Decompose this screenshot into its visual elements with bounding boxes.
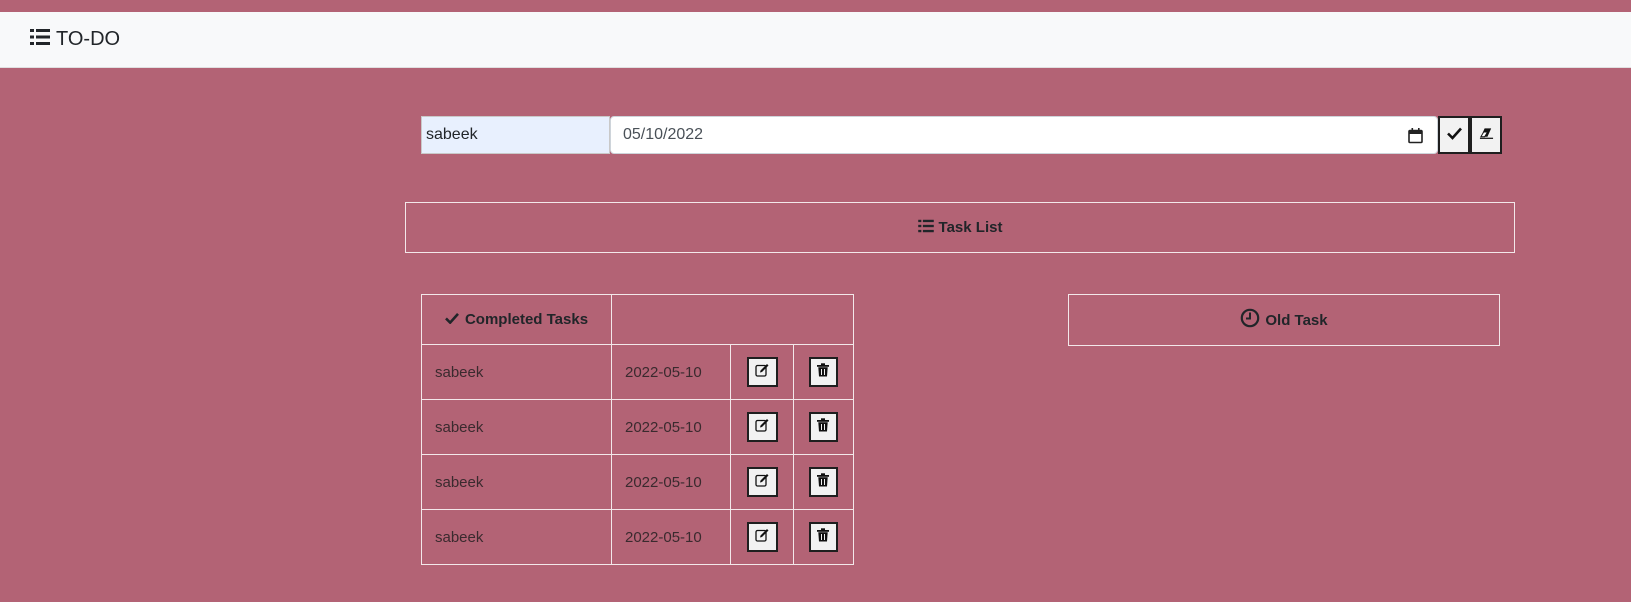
old-task-label: Old Task — [1265, 311, 1328, 329]
task-name-cell: sabeek — [421, 344, 612, 400]
brand[interactable]: TO-DO — [30, 28, 120, 52]
delete-button[interactable] — [808, 467, 838, 497]
edit-icon — [755, 473, 769, 491]
table-header-row: Completed Tasks — [421, 294, 854, 345]
trash-icon — [816, 418, 830, 436]
header-empty-cell — [611, 294, 854, 345]
table-row: sabeek 2022-05-10 — [421, 344, 855, 400]
trash-icon — [816, 363, 830, 381]
delete-button[interactable] — [808, 357, 838, 387]
eraser-icon — [1479, 126, 1494, 145]
table-row: sabeek 2022-05-10 — [421, 454, 855, 510]
navbar: TO-DO — [0, 12, 1631, 68]
task-date-cell: 2022-05-10 — [610, 399, 732, 455]
edit-icon — [755, 363, 769, 381]
list-icon — [917, 219, 934, 237]
brand-label: TO-DO — [56, 28, 121, 50]
table-row: sabeek 2022-05-10 — [421, 399, 855, 455]
task-name-cell: sabeek — [421, 399, 612, 455]
check-icon — [445, 311, 459, 328]
trash-icon — [816, 528, 830, 546]
delete-button[interactable] — [808, 522, 838, 552]
task-date-cell: 2022-05-10 — [610, 509, 732, 565]
edit-button[interactable] — [746, 412, 778, 442]
table-row: sabeek 2022-05-10 — [421, 509, 855, 565]
delete-button[interactable] — [808, 412, 838, 442]
clear-button[interactable] — [1470, 116, 1502, 154]
add-task-button[interactable] — [1438, 116, 1470, 154]
completed-tasks-table: Completed Tasks sabeek 2022-05-10 sabeek… — [421, 294, 855, 565]
edit-icon — [755, 528, 769, 546]
list-icon — [30, 28, 50, 52]
edit-button[interactable] — [746, 467, 778, 497]
task-name-cell: sabeek — [421, 454, 612, 510]
edit-button[interactable] — [746, 357, 778, 387]
clock-icon — [1240, 308, 1260, 332]
task-list-label: Task List — [938, 219, 1003, 236]
task-date-cell: 2022-05-10 — [610, 344, 732, 400]
edit-button[interactable] — [746, 522, 778, 552]
task-name-input[interactable] — [421, 116, 610, 154]
old-task-button[interactable]: Old Task — [1068, 294, 1500, 346]
task-date-input[interactable]: 05/10/2022 — [610, 116, 1438, 154]
add-task-form: 05/10/2022 — [421, 116, 1502, 154]
check-icon — [1446, 126, 1462, 145]
date-value: 05/10/2022 — [623, 126, 704, 143]
completed-tasks-header: Completed Tasks — [421, 294, 612, 345]
trash-icon — [816, 473, 830, 491]
edit-icon — [755, 418, 769, 436]
calendar-icon[interactable] — [1408, 128, 1423, 144]
task-date-cell: 2022-05-10 — [610, 454, 732, 510]
completed-tasks-label: Completed Tasks — [464, 311, 589, 328]
task-name-cell: sabeek — [421, 509, 612, 565]
task-list-header: Task List — [405, 202, 1515, 253]
